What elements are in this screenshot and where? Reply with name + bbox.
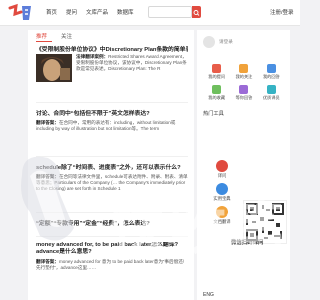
- question-icon: [212, 64, 222, 73]
- feed-item-label: 翻译答案：: [36, 120, 59, 125]
- nav-library[interactable]: 文库产品: [86, 8, 108, 16]
- right-sidebar: 请登录 我的提问 我的关注 我的回答 我的收藏 等你回答 优质译员 热门工具 译…: [197, 30, 290, 300]
- answer-icon: [266, 64, 276, 73]
- main-nav: 首页 提问 文库产品 数据库: [46, 8, 134, 16]
- tool-label: 文档翻译: [213, 219, 231, 224]
- quick-actions-grid: 我的提问 我的关注 我的回答 我的收藏 等你回答 优质译员: [203, 64, 285, 101]
- book-icon: [216, 183, 228, 195]
- quick-action-label: 我的收藏: [208, 95, 226, 100]
- divider: [36, 212, 188, 213]
- feed-item-text: 在合同等法律文件里，schedule可表达附件、附录、附表、清单等意思；Part…: [36, 174, 188, 192]
- feed-item: 《受限制股份单位协议》中Discretionary Plan条款的简单表述 法律…: [36, 44, 188, 100]
- avatar[interactable]: [203, 36, 215, 48]
- language-switch[interactable]: ENG: [203, 292, 214, 298]
- feed-item-excerpt: 翻译答案：在合同中，常用的表达有：including，without limit…: [36, 120, 188, 132]
- feed-item-label: 翻译答案：: [36, 259, 59, 264]
- user-panel[interactable]: 请登录: [203, 36, 285, 50]
- quick-action-waiting[interactable]: 等你回答: [230, 85, 257, 101]
- star-icon: [239, 64, 249, 73]
- translate-icon: [216, 160, 228, 172]
- quick-action-label: 我的提问: [208, 74, 226, 79]
- tool-label: 实用宝典: [213, 196, 231, 201]
- feed-item: 讨论、合同中“包括但不限于”英文怎样表达? 翻译答案：在合同中，常用的表达有：i…: [36, 108, 188, 148]
- nav-database[interactable]: 数据库: [117, 8, 134, 16]
- search-button[interactable]: [192, 6, 201, 18]
- tab-following[interactable]: 关注: [61, 32, 72, 40]
- search-input[interactable]: [148, 6, 192, 18]
- feed-item-title[interactable]: schedule除了“时间表、进度表”之外，还可以表示什么?: [36, 162, 188, 171]
- quick-action-label: 我的回答: [262, 74, 280, 79]
- nav-home[interactable]: 首页: [46, 8, 57, 16]
- tools-panel-title: 热门工具: [203, 111, 224, 117]
- brand-logo[interactable]: [7, 2, 37, 26]
- nav-ask[interactable]: 提问: [66, 8, 77, 16]
- divider: [36, 156, 188, 157]
- feed-item-excerpt: 法律翻译案例：Restricted Shares Award Agreement…: [76, 54, 188, 73]
- feed-item: money advanced for, to be paid back late…: [36, 242, 188, 292]
- feed-item-title[interactable]: 讨论、合同中“包括但不限于”英文怎样表达?: [36, 108, 188, 117]
- qr-caption: 微信扫码译问: [231, 240, 264, 246]
- feed-item-excerpt: 翻译答案：money advanced for 意为 to be paid ba…: [36, 259, 188, 271]
- feed-item-title[interactable]: 《受限制股份单位协议》中Discretionary Plan条款的简单表述: [36, 44, 188, 53]
- quick-action-favorites[interactable]: 我的收藏: [203, 85, 230, 101]
- feed-item: “定额”“专款专用”“定金”“经费”，怎么表达?: [36, 218, 188, 238]
- login-link[interactable]: 注册/登录: [270, 8, 294, 16]
- tool-item[interactable]: 文档翻译: [207, 206, 237, 225]
- tool-item[interactable]: 实用宝典: [207, 183, 237, 202]
- tool-label: 译问: [217, 173, 227, 178]
- feed-item-thumbnail[interactable]: [36, 54, 72, 82]
- feed-item-title[interactable]: money advanced for, to be paid back late…: [36, 242, 188, 256]
- quick-action-answers[interactable]: 我的回答: [258, 64, 285, 80]
- quick-action-label: 优质译员: [262, 95, 280, 100]
- tools-list: 译问 实用宝典 文档翻译: [207, 160, 237, 229]
- login-prompt[interactable]: 请登录: [219, 39, 233, 45]
- search-icon: [193, 10, 200, 16]
- feed-item-excerpt: 翻译答案：在合同等法律文件里，schedule可表达附件、附录、附表、清单等意思…: [36, 174, 188, 193]
- user-icon: [266, 85, 276, 94]
- clock-icon: [239, 85, 249, 94]
- document-icon: [216, 206, 228, 218]
- feed-item-label: 法律翻译案例：: [76, 54, 109, 59]
- quick-action-following[interactable]: 我的关注: [230, 64, 257, 80]
- divider: [36, 236, 188, 237]
- quick-action-translators[interactable]: 优质译员: [258, 85, 285, 101]
- bookmark-icon: [212, 85, 222, 94]
- feed-item-title[interactable]: “定额”“专款专用”“定金”“经费”，怎么表达?: [36, 218, 188, 227]
- top-bar: 首页 提问 文库产品 数据库 注册/登录: [0, 0, 300, 26]
- feed-item-label: 翻译答案：: [36, 174, 59, 179]
- feed-tabs: 推荐 关注: [36, 32, 72, 40]
- tab-recommended[interactable]: 推荐: [36, 32, 47, 40]
- quick-action-label: 我的关注: [235, 74, 253, 79]
- tool-item[interactable]: 译问: [207, 160, 237, 179]
- feed-item: schedule除了“时间表、进度表”之外，还可以表示什么? 翻译答案：在合同等…: [36, 162, 188, 208]
- quick-action-my-questions[interactable]: 我的提问: [203, 64, 230, 80]
- feed-item-text: money advanced for 意为 to be paid back la…: [36, 259, 185, 271]
- main-feed: 推荐 关注 《受限制股份单位协议》中Discretionary Plan条款的简…: [28, 30, 194, 300]
- tab-active-indicator: [36, 41, 52, 42]
- quick-action-label: 等你回答: [235, 95, 253, 100]
- divider: [36, 102, 188, 103]
